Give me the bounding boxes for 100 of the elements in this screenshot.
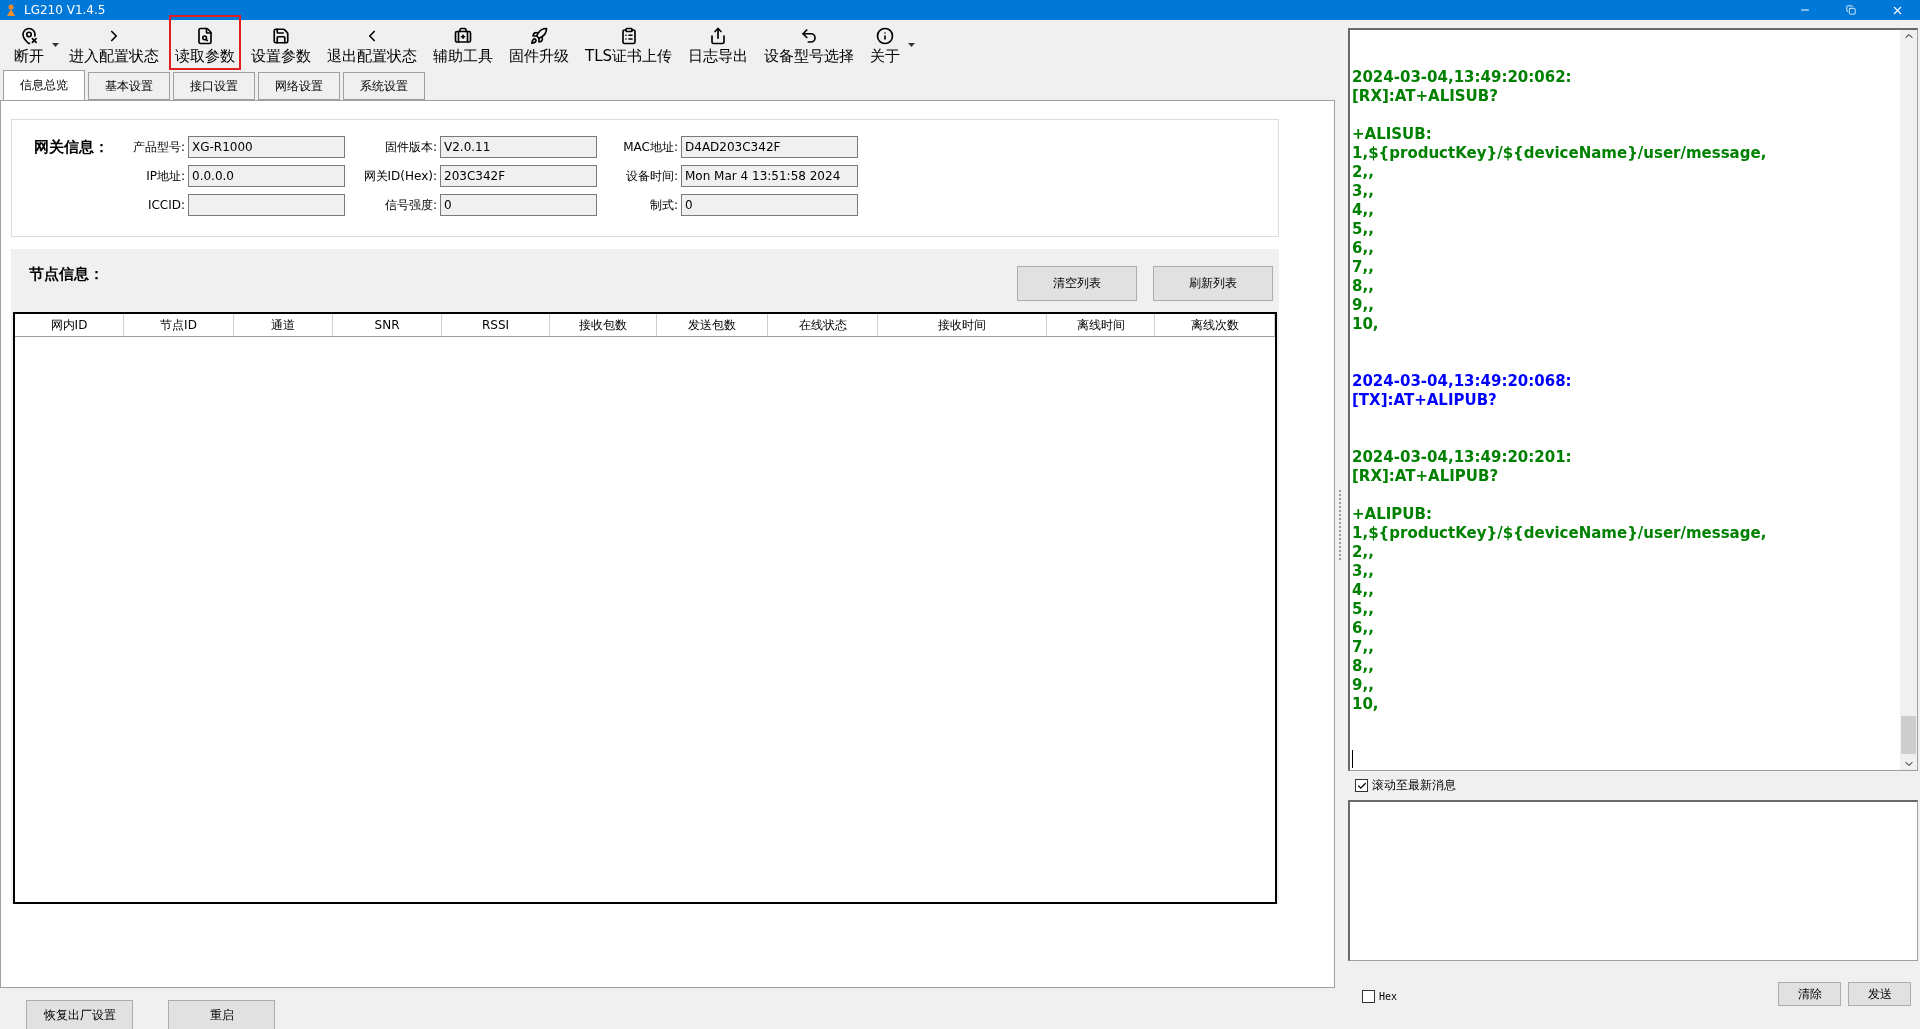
toolbar-button[interactable]: TLS证书上传 [579,20,679,70]
clipboard-icon [619,27,638,45]
log-line: 3,, [1352,562,1374,581]
log-line: 1,${productKey}/${deviceName}/user/message, [1352,144,1767,163]
toolbar-button[interactable]: 断开 [8,20,50,70]
column-header[interactable]: 通道 [234,314,333,336]
toolbar-button[interactable]: 关于 [864,20,907,70]
checkbox[interactable] [1362,990,1375,1003]
field-label: 信号强度: [383,196,437,214]
save-icon [272,27,290,45]
share-icon [709,27,728,45]
action-button[interactable]: 重启 [168,1000,275,1029]
field-label: 产品型号: [131,138,185,156]
log-line: 2024-03-04,13:49:20:068: [1352,372,1572,391]
checkbox-label: 滚动至最新消息 [1372,777,1456,794]
read-only-field[interactable]: 203C342F [440,165,597,187]
field-label: 固件版本: [383,138,437,156]
toolbar-button[interactable]: 退出配置状态 [321,20,423,70]
log-line: [TX]:AT+ALIPUB? [1352,391,1497,410]
tab[interactable]: 网络设置 [258,72,340,100]
log-line: 6,, [1352,239,1374,258]
read-only-field[interactable]: XG-R1000 [188,136,345,158]
column-header[interactable]: 在线状态 [768,314,878,336]
undo-icon [800,27,819,45]
check-icon [1356,780,1367,791]
log-line: 10, [1352,695,1379,714]
log-line: [RX]:AT+ALIPUB? [1352,467,1499,486]
read-only-field[interactable]: V2.0.11 [440,136,597,158]
column-header[interactable]: 节点ID [124,314,234,336]
log-line: 9,, [1352,296,1374,315]
column-header[interactable]: 网内ID [15,314,124,336]
log-line: 2,, [1352,543,1374,562]
log-line: 5,, [1352,600,1374,619]
send-input[interactable] [1348,800,1918,961]
log-line: 7,, [1352,638,1374,657]
column-header[interactable]: RSSI [442,314,550,336]
column-header[interactable]: 离线时间 [1047,314,1155,336]
map-pin-x-icon [20,27,38,45]
column-header[interactable]: 接收包数 [550,314,657,336]
toolbar-button[interactable]: 辅助工具 [427,20,499,70]
field-label: 设备时间: [624,167,678,185]
log-line: 9,, [1352,676,1374,695]
toolbar-button[interactable]: 读取参数 [169,15,241,70]
log-line: +ALIPUB: [1352,505,1432,524]
send-panel-button[interactable]: 清除 [1778,982,1841,1006]
log-line: 3,, [1352,182,1374,201]
read-only-field[interactable]: 0 [440,194,597,216]
toolbox-icon [454,27,472,45]
column-header[interactable]: SNR [333,314,442,336]
log-line: 8,, [1352,277,1374,296]
rocket-icon [530,27,548,45]
toolbar-button[interactable]: 设备型号选择 [758,20,861,70]
field-label: IP地址: [145,167,185,185]
toolbar-button[interactable]: 设置参数 [245,20,317,70]
action-button[interactable]: 恢复出厂设置 [26,1000,133,1029]
scroll-thumb[interactable] [1901,716,1916,754]
scrollbar[interactable] [1900,30,1917,770]
tab[interactable]: 基本设置 [88,72,170,100]
column-header[interactable]: 接收时间 [878,314,1047,336]
splitter-grip[interactable] [1339,489,1344,560]
restore-icon [1846,5,1856,15]
section-title: 网关信息： [34,137,110,157]
log-line: 8,, [1352,657,1374,676]
text-cursor [1352,750,1353,768]
log-line: 4,, [1352,201,1374,220]
log-line: 2024-03-04,13:49:20:062: [1352,68,1572,87]
log-line: [RX]:AT+ALISUB? [1352,87,1498,106]
log-line: 2024-03-04,13:49:20:201: [1352,448,1572,467]
tab[interactable]: 接口设置 [173,72,255,100]
read-only-field[interactable]: 0.0.0.0 [188,165,345,187]
read-only-field[interactable] [188,194,345,216]
list-button[interactable]: 清空列表 [1017,266,1137,301]
log-line: 7,, [1352,258,1374,277]
toolbar-button[interactable]: 进入配置状态 [63,20,165,70]
log-line: 5,, [1352,220,1374,239]
tab[interactable]: 系统设置 [343,72,425,100]
info-icon [876,27,895,45]
checkbox[interactable] [1355,779,1368,792]
app-icon [6,4,16,16]
tab[interactable]: 信息总览 [3,70,85,100]
column-header[interactable]: 离线次数 [1155,314,1275,336]
toolbar-button[interactable]: 日志导出 [682,20,755,70]
field-label: MAC地址: [622,138,678,156]
toolbar-button[interactable]: 固件升级 [503,20,575,70]
section-title: 节点信息： [29,265,105,284]
read-only-field[interactable]: 0 [681,194,858,216]
read-only-field[interactable]: Mon Mar 4 13:51:58 2024 [681,165,858,187]
log-line: 10, [1352,315,1379,334]
list-button[interactable]: 刷新列表 [1153,266,1273,301]
read-only-field[interactable]: D4AD203C342F [681,136,858,158]
column-header[interactable]: 发送包数 [657,314,768,336]
send-panel-button[interactable]: 发送 [1848,982,1911,1006]
log-line: 1,${productKey}/${deviceName}/user/message, [1352,524,1767,543]
window-title: LG210 V1.4.5 [24,3,107,17]
log-line: 6,, [1352,619,1374,638]
log-line: 2,, [1352,163,1374,182]
document-search-icon [196,27,214,45]
log-line: 4,, [1352,581,1374,600]
field-label: ICCID: [146,198,185,212]
checkbox-label: Hex [1379,991,1398,1002]
